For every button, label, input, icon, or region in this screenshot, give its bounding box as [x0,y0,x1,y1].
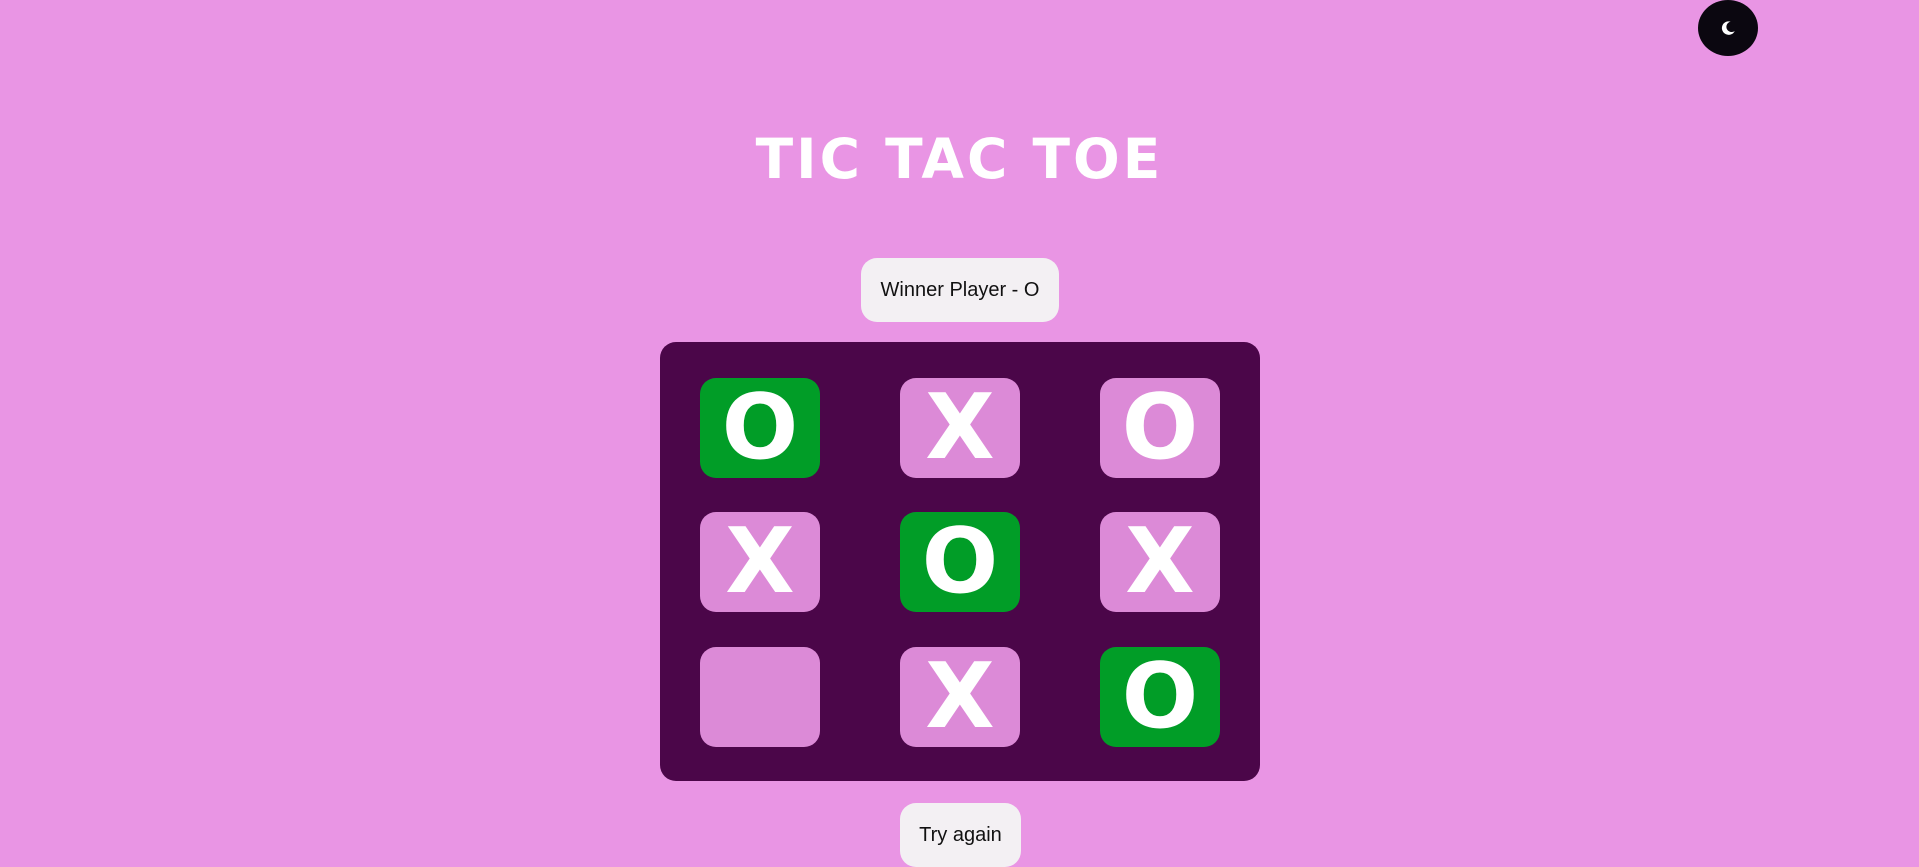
page-title: TIC TAC TOE [755,127,1164,191]
board-cell-8[interactable]: X [900,647,1020,747]
theme-toggle-button[interactable] [1698,0,1758,56]
board-cell-7[interactable] [700,647,820,747]
moon-icon [1721,21,1735,35]
board-cell-3[interactable]: O [1100,378,1220,478]
board-cell-1[interactable]: O [700,378,820,478]
status-message: Winner Player - O [861,258,1059,322]
board-cell-6[interactable]: X [1100,512,1220,612]
board-cell-2[interactable]: X [900,378,1020,478]
board-cell-4[interactable]: X [700,512,820,612]
try-again-button[interactable]: Try again [900,803,1021,867]
game-board: O X O X O X X O [660,342,1260,781]
board-cell-5[interactable]: O [900,512,1020,612]
board-cell-9[interactable]: O [1100,647,1220,747]
